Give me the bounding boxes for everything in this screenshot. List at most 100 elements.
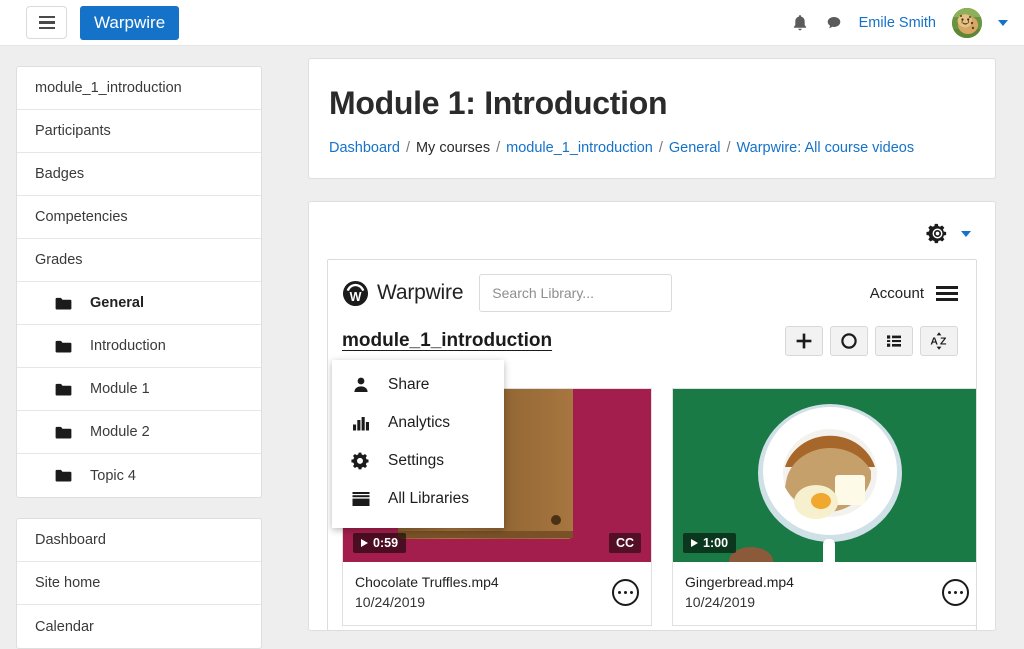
video-date: 10/24/2019	[355, 594, 426, 611]
hamburger-bar	[936, 291, 958, 295]
hamburger-bar	[38, 21, 55, 24]
search-library-field[interactable]	[479, 274, 674, 312]
main-content: Module 1: Introduction Dashboard / My cour…	[278, 46, 1024, 640]
library-toolbar: A Z	[785, 326, 958, 356]
duration-badge: 1:00	[683, 532, 737, 553]
sidebar-item-label: Badges	[35, 166, 85, 182]
person-icon	[350, 375, 372, 395]
video-date: 10/24/2019	[685, 594, 756, 611]
video-meta: Chocolate Truffles.mp4 10/24/2019	[343, 562, 651, 625]
hamburger-bar	[38, 15, 55, 19]
library-context-menu: Share Analytics Settings All Libraries	[332, 360, 504, 528]
menu-item-share[interactable]: Share	[332, 366, 504, 404]
sidebar-item-grades[interactable]: Grades	[17, 239, 261, 282]
sidebar-item-dashboard[interactable]: Dashboard	[17, 519, 261, 562]
sidebar: module_1_introduction Participants Badges C…	[0, 46, 278, 649]
chat-bubble-icon[interactable]	[825, 12, 843, 34]
video-title: Gingerbread.mp4	[685, 574, 794, 590]
more-options-icon[interactable]	[942, 578, 969, 606]
menu-item-label: Share	[388, 376, 430, 393]
block-actions	[327, 216, 977, 253]
warpwire-logo: W Warpwire	[342, 280, 463, 307]
duration-badge: 0:59	[353, 532, 407, 553]
search-input[interactable]	[492, 285, 674, 301]
gear-icon[interactable]	[926, 222, 949, 245]
brand-button[interactable]: Warpwire	[80, 5, 180, 40]
video-thumbnail[interactable]: 1:00	[673, 389, 976, 562]
page-title: Module 1: Introduction	[329, 85, 668, 121]
sidebar-item-calendar[interactable]: Calendar	[17, 605, 261, 648]
sidebar-item-site-home[interactable]: Site home	[17, 562, 261, 605]
menu-item-settings[interactable]: Settings	[332, 442, 504, 480]
sidebar-item-label: module_1_introduction	[35, 80, 182, 96]
video-text: Gingerbread.mp4 10/24/2019	[685, 572, 942, 613]
dot	[618, 590, 622, 594]
bell-icon[interactable]	[791, 12, 809, 34]
sidebar-item-general[interactable]: General	[17, 282, 261, 325]
sidebar-item-competencies[interactable]: Competencies	[17, 196, 261, 239]
sidebar-item-label: General	[90, 295, 144, 311]
hamburger-icon[interactable]	[26, 6, 67, 39]
libraries-icon	[352, 492, 370, 506]
breadcrumb-item[interactable]: Warpwire: All course videos	[737, 140, 915, 156]
libraries-icon	[350, 489, 372, 509]
warpwire-w-icon: W	[342, 280, 369, 306]
play-icon	[361, 538, 368, 547]
sidebar-item-label: Module 1	[90, 381, 150, 397]
chevron-down-icon[interactable]	[998, 19, 1008, 26]
folder-icon	[55, 469, 72, 482]
sort-button[interactable]: A Z	[920, 326, 958, 356]
avatar[interactable]	[952, 7, 982, 38]
breadcrumb-item[interactable]: Dashboard	[329, 140, 400, 156]
account-hamburger-icon[interactable]	[936, 285, 958, 301]
menu-item-label: Analytics	[388, 414, 451, 431]
gear-icon	[351, 452, 369, 470]
breadcrumb-item[interactable]: module_1_introduction	[506, 140, 653, 156]
svg-text:W: W	[350, 290, 362, 304]
menu-item-label: All Libraries	[388, 490, 469, 507]
sidebar-item-participants[interactable]: Participants	[17, 110, 261, 153]
hamburger-bar	[936, 285, 958, 289]
breadcrumb-item[interactable]: General	[669, 140, 721, 156]
person-icon	[354, 377, 368, 392]
record-button[interactable]	[830, 326, 868, 356]
video-card[interactable]: 1:00 Gingerbread.mp4 10/24/2019	[672, 388, 976, 626]
menu-item-analytics[interactable]: Analytics	[332, 404, 504, 442]
user-name-link[interactable]: Emile Smith	[859, 15, 936, 31]
breadcrumb: Dashboard / My courses / module_1_introducti…	[329, 140, 975, 156]
list-view-button[interactable]	[875, 326, 913, 356]
sidebar-item-module-1-introduction[interactable]: module_1_introduction	[17, 67, 261, 110]
list-icon	[887, 335, 901, 347]
folder-icon	[55, 340, 72, 352]
library-title[interactable]: module_1_introduction	[342, 330, 552, 352]
warpwire-activity-card: W Warpwire Account	[308, 201, 996, 631]
sidebar-item-label: Participants	[35, 123, 111, 139]
breadcrumb-item: My courses	[415, 140, 491, 156]
video-text: Chocolate Truffles.mp4 10/24/2019	[355, 572, 612, 613]
course-nav-block: module_1_introduction Participants Badges C…	[16, 66, 262, 498]
sidebar-item-introduction[interactable]: Introduction	[17, 325, 261, 368]
dot	[948, 590, 952, 594]
warpwire-panel: W Warpwire Account	[327, 259, 977, 631]
sidebar-item-label: Calendar	[35, 618, 94, 635]
sidebar-item-module-1[interactable]: Module 1	[17, 368, 261, 411]
page-body: module_1_introduction Participants Badges C…	[0, 46, 1024, 649]
more-options-icon[interactable]	[612, 578, 639, 606]
sidebar-item-module-2[interactable]: Module 2	[17, 411, 261, 454]
block-menu-chevron-down-icon[interactable]	[961, 230, 971, 237]
account-label[interactable]: Account	[870, 285, 924, 302]
breadcrumb-separator: /	[726, 140, 731, 156]
video-meta: Gingerbread.mp4 10/24/2019	[673, 562, 976, 625]
sidebar-item-label: Site home	[35, 575, 101, 591]
site-nav-block: Dashboard Site home Calendar	[16, 518, 262, 649]
menu-item-all-libraries[interactable]: All Libraries	[332, 480, 504, 518]
play-icon	[691, 538, 698, 547]
breadcrumb-separator: /	[658, 140, 663, 156]
sidebar-item-badges[interactable]: Badges	[17, 153, 261, 196]
add-button[interactable]	[785, 326, 823, 356]
breadcrumb-separator: /	[405, 140, 410, 156]
library-subheader: module_1_introduction A Z	[328, 312, 976, 356]
sidebar-item-topic-4[interactable]: Topic 4	[17, 454, 261, 497]
navbar-right-group: Emile Smith	[791, 7, 1024, 38]
breadcrumb-separator: /	[496, 140, 501, 156]
